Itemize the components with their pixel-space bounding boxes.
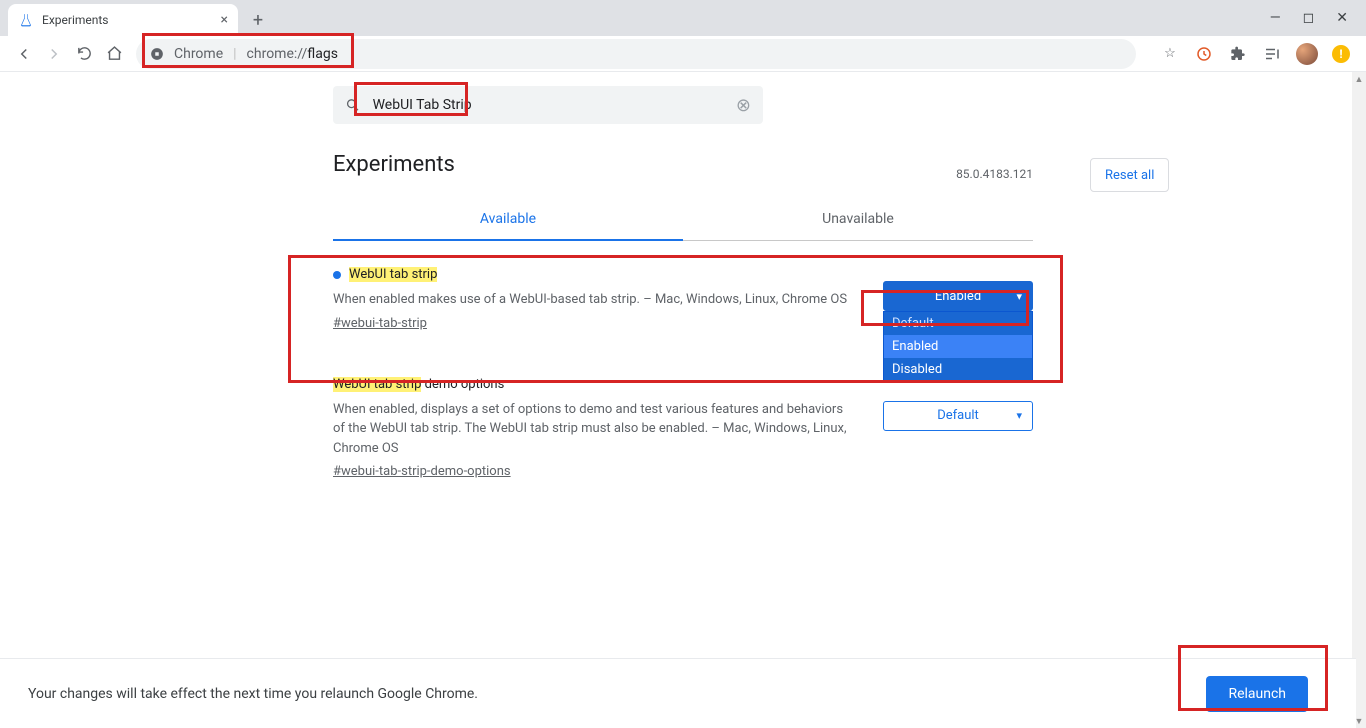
forward-button[interactable] — [40, 40, 68, 68]
version-label: 85.0.4183.121 — [956, 167, 1033, 181]
flag-hash-link[interactable]: #webui-tab-strip-demo-options — [333, 464, 511, 479]
flag-hash-link[interactable]: #webui-tab-strip — [333, 316, 427, 331]
dropdown-option[interactable]: Enabled — [884, 335, 1032, 358]
chevron-down-icon: ▾ — [1016, 409, 1022, 422]
restart-message: Your changes will take effect the next t… — [28, 686, 478, 702]
search-icon — [345, 96, 361, 114]
back-button[interactable] — [10, 40, 38, 68]
omnibox-origin: Chrome — [174, 46, 223, 62]
flag-description: When enabled, displays a set of options … — [333, 400, 853, 459]
browser-tab-strip: Experiments × + — ◻ ✕ — [0, 0, 1366, 36]
reload-button[interactable] — [70, 40, 98, 68]
chevron-down-icon: ▾ — [1016, 290, 1022, 303]
secure-icon — [150, 47, 164, 61]
restart-bar: Your changes will take effect the next t… — [0, 658, 1356, 728]
update-warning-icon[interactable]: ! — [1332, 45, 1350, 63]
search-flags-field[interactable] — [373, 97, 724, 113]
clear-search-icon[interactable]: ⊗ — [736, 95, 751, 116]
flag-description: When enabled makes use of a WebUI-based … — [333, 290, 853, 310]
bookmark-star-icon[interactable]: ☆ — [1160, 44, 1180, 64]
extensions-puzzle-icon[interactable] — [1228, 44, 1248, 64]
profile-avatar[interactable] — [1296, 43, 1318, 65]
tab-available[interactable]: Available — [333, 199, 683, 241]
tab-unavailable[interactable]: Unavailable — [683, 199, 1033, 241]
flag-select[interactable]: Enabled ▾ — [883, 281, 1033, 311]
extension-icon[interactable] — [1194, 44, 1214, 64]
search-flags-input[interactable]: ⊗ — [333, 86, 763, 124]
tab-title: Experiments — [42, 13, 213, 27]
flag-row: WebUI tab strip demo options When enable… — [333, 377, 1033, 480]
new-tab-button[interactable]: + — [244, 6, 272, 34]
reading-list-icon[interactable] — [1262, 44, 1282, 64]
flag-title: WebUI tab strip — [333, 377, 421, 392]
page-title: Experiments — [333, 152, 1033, 177]
flag-select-dropdown[interactable]: Default Enabled Disabled — [883, 311, 1033, 382]
flag-title: WebUI tab strip — [349, 267, 437, 282]
scroll-up-icon[interactable]: ▲ — [1352, 72, 1366, 86]
flask-icon — [18, 12, 34, 28]
flag-row: WebUI tab strip When enabled makes use o… — [333, 267, 1033, 331]
reset-all-button[interactable]: Reset all — [1090, 158, 1169, 192]
window-controls: — ◻ ✕ — [1270, 0, 1366, 36]
close-tab-icon[interactable]: × — [221, 12, 228, 28]
page-content: ▲ ▼ Reset all 85.0.4183.121 ⊗ Experiment… — [0, 72, 1366, 728]
maximize-button[interactable]: ◻ — [1303, 10, 1315, 26]
browser-toolbar: Chrome | chrome://flags ☆ ! — [0, 36, 1366, 72]
close-window-button[interactable]: ✕ — [1336, 10, 1348, 26]
home-button[interactable] — [100, 40, 128, 68]
browser-tab[interactable]: Experiments × — [8, 4, 238, 36]
scrollbar[interactable]: ▲ ▼ — [1352, 72, 1366, 728]
relaunch-button[interactable]: Relaunch — [1206, 676, 1308, 712]
minimize-button[interactable]: — — [1270, 10, 1281, 26]
address-bar[interactable]: Chrome | chrome://flags — [136, 39, 1136, 69]
dropdown-option[interactable]: Default — [884, 312, 1032, 335]
modified-dot-icon — [333, 271, 341, 279]
flag-select[interactable]: Default ▾ — [883, 401, 1033, 431]
dropdown-option[interactable]: Disabled — [884, 358, 1032, 381]
